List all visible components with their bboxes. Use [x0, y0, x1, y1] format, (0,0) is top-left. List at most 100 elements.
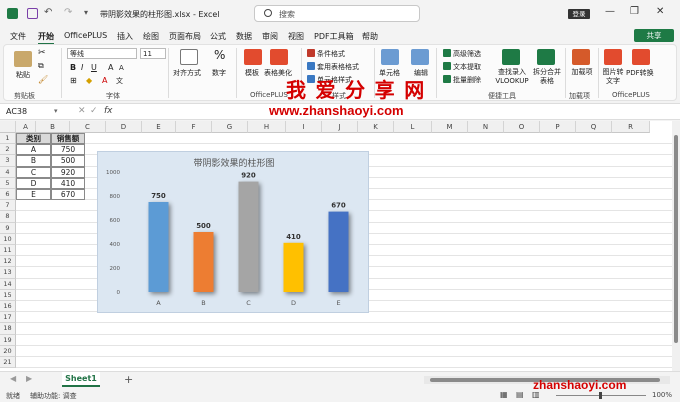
column-header[interactable]: L: [394, 121, 432, 133]
template-label[interactable]: 模板: [245, 68, 259, 78]
addins-icon[interactable]: [572, 49, 590, 65]
cancel-icon[interactable]: ✕: [78, 106, 86, 116]
format-painter-icon[interactable]: 🖌: [38, 75, 48, 84]
cut-icon[interactable]: ✂: [38, 48, 46, 58]
table-cell[interactable]: 500: [51, 155, 85, 167]
column-header[interactable]: C: [70, 121, 106, 133]
tab-help[interactable]: 帮助: [362, 31, 378, 42]
column-header[interactable]: O: [504, 121, 540, 133]
column-header[interactable]: D: [106, 121, 142, 133]
customize-quick-access-icon[interactable]: ▾: [84, 8, 95, 19]
tab-view[interactable]: 视图: [288, 31, 304, 42]
tab-data[interactable]: 数据: [236, 31, 252, 42]
fill-color-icon[interactable]: ◆: [86, 76, 92, 85]
bar[interactable]: [328, 211, 349, 292]
vertical-scrollbar[interactable]: [672, 121, 680, 371]
login-button[interactable]: 登录: [568, 9, 590, 19]
share-button[interactable]: 共享: [634, 29, 674, 42]
phonetic-icon[interactable]: 文: [116, 76, 123, 86]
text-extract-button[interactable]: 文本提取: [443, 62, 481, 72]
table-cell[interactable]: A: [16, 144, 51, 156]
search-input[interactable]: 搜索: [254, 5, 420, 22]
column-header[interactable]: B: [36, 121, 70, 133]
enter-icon[interactable]: ✓: [90, 106, 98, 116]
column-header[interactable]: I: [286, 121, 322, 133]
bar[interactable]: [148, 202, 169, 292]
table-cell[interactable]: E: [16, 189, 51, 201]
add-sheet-icon[interactable]: +: [124, 373, 133, 386]
vertical-scroll-thumb[interactable]: [674, 135, 678, 343]
row-header[interactable]: 12: [0, 256, 16, 268]
bar[interactable]: [283, 242, 304, 292]
advanced-filter-button[interactable]: 高级筛选: [443, 49, 481, 59]
row-header[interactable]: 16: [0, 301, 16, 313]
insert-function-icon[interactable]: fx: [104, 106, 113, 116]
tab-officeplus[interactable]: OfficePLUS: [64, 31, 107, 40]
minimize-icon[interactable]: —: [605, 6, 615, 17]
row-header[interactable]: 21: [0, 357, 16, 369]
column-header[interactable]: M: [432, 121, 468, 133]
column-header[interactable]: H: [248, 121, 286, 133]
column-header[interactable]: K: [358, 121, 394, 133]
font-size-select[interactable]: 11: [140, 48, 166, 59]
addins-label[interactable]: 加载项: [570, 68, 594, 77]
bar[interactable]: [238, 181, 259, 292]
row-header[interactable]: 6: [0, 189, 16, 201]
accessibility-status[interactable]: 辅助功能: 调查: [30, 391, 77, 401]
tab-review[interactable]: 审阅: [262, 31, 278, 42]
italic-icon[interactable]: I: [81, 63, 83, 72]
pdf-convert-label[interactable]: PDF转换: [626, 68, 654, 78]
prev-sheet-icon[interactable]: ◀: [10, 374, 16, 383]
row-header[interactable]: 20: [0, 345, 16, 357]
copy-icon[interactable]: ⧉: [38, 61, 44, 71]
tab-draw[interactable]: 绘图: [143, 31, 159, 42]
bar[interactable]: [193, 232, 214, 292]
row-header[interactable]: 14: [0, 278, 16, 290]
bold-icon[interactable]: B: [70, 63, 76, 72]
vlookup-icon[interactable]: [502, 49, 520, 65]
column-header[interactable]: A: [16, 121, 36, 133]
row-header[interactable]: 1: [0, 133, 16, 145]
row-header[interactable]: 5: [0, 177, 16, 189]
number-format-icon[interactable]: %: [214, 48, 225, 62]
underline-icon[interactable]: U: [91, 63, 97, 72]
font-color-icon[interactable]: A: [102, 76, 107, 85]
name-box-dropdown-icon[interactable]: ▾: [54, 107, 58, 115]
tab-formulas[interactable]: 公式: [210, 31, 226, 42]
row-header[interactable]: 15: [0, 289, 16, 301]
normal-view-icon[interactable]: ▦: [500, 390, 508, 399]
font-name-select[interactable]: 等线: [67, 48, 137, 59]
paste-icon[interactable]: [14, 51, 32, 67]
template-icon[interactable]: [244, 49, 262, 65]
row-header[interactable]: 3: [0, 155, 16, 167]
table-format-button[interactable]: 套用表格格式: [307, 62, 359, 72]
number-label[interactable]: 数字: [212, 68, 226, 78]
alignment-icon[interactable]: [180, 49, 198, 65]
tab-file[interactable]: 文件: [10, 31, 26, 42]
column-header[interactable]: N: [468, 121, 504, 133]
table-cell[interactable]: 920: [51, 166, 85, 178]
table-header-cell[interactable]: 类别: [16, 133, 51, 145]
row-header[interactable]: 11: [0, 245, 16, 257]
column-header[interactable]: R: [612, 121, 650, 133]
table-cell[interactable]: 670: [51, 189, 85, 201]
decrease-font-icon[interactable]: A: [119, 64, 124, 72]
conditional-format-button[interactable]: 条件格式: [307, 49, 345, 59]
table-header-cell[interactable]: 销售额: [51, 133, 85, 145]
row-header[interactable]: 8: [0, 211, 16, 223]
column-header[interactable]: E: [142, 121, 176, 133]
table-cell[interactable]: C: [16, 166, 51, 178]
split-merge-label[interactable]: 拆分合并 表格: [532, 68, 562, 86]
split-merge-icon[interactable]: [537, 49, 555, 65]
column-header[interactable]: G: [212, 121, 248, 133]
vlookup-label[interactable]: 查找录入 VLOOKUP: [493, 68, 531, 86]
row-header[interactable]: 2: [0, 144, 16, 156]
column-header[interactable]: P: [540, 121, 576, 133]
next-sheet-icon[interactable]: ▶: [26, 374, 32, 383]
zoom-slider-thumb[interactable]: [599, 392, 602, 399]
table-cell[interactable]: D: [16, 177, 51, 189]
increase-font-icon[interactable]: A: [108, 63, 113, 72]
batch-delete-button[interactable]: 批量删除: [443, 75, 481, 85]
tab-pdf-toolbox[interactable]: PDF工具箱: [314, 31, 354, 42]
row-header[interactable]: 9: [0, 222, 16, 234]
